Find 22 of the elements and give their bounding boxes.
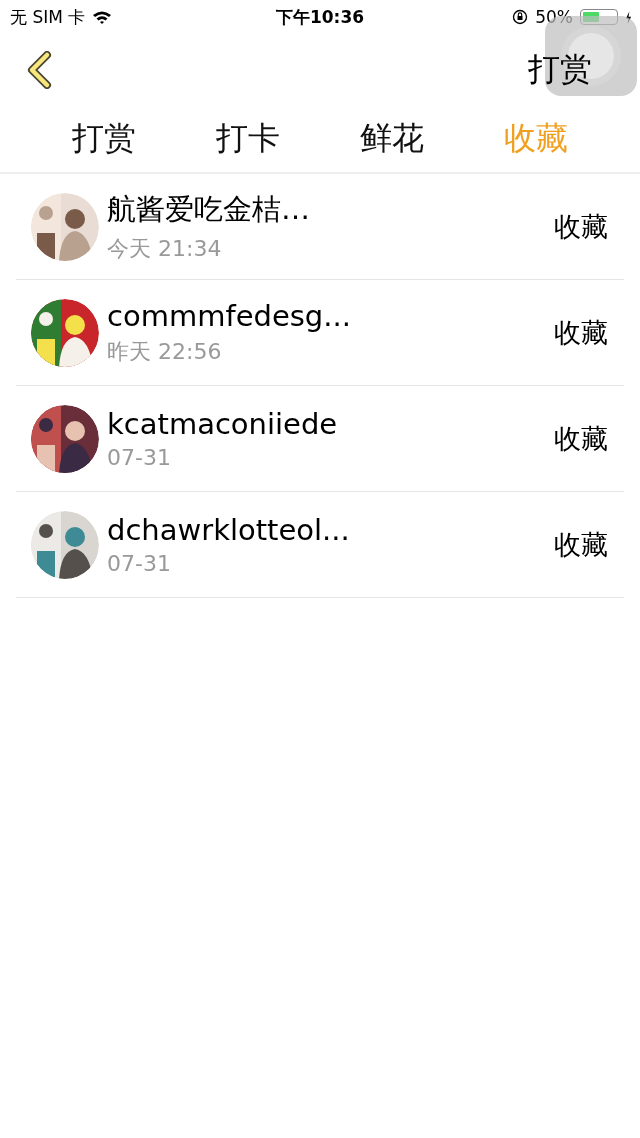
action-label: 收藏 — [554, 421, 608, 456]
wifi-icon — [92, 10, 113, 24]
timestamp: 昨天 22:56 — [107, 337, 223, 366]
action-label: 收藏 — [554, 209, 608, 244]
carrier-label: 无 SIM 卡 — [10, 5, 86, 29]
user-name: kcatmaconiiede — [107, 407, 339, 441]
nav-title: 打赏 — [528, 49, 592, 90]
action-label: 收藏 — [554, 315, 608, 350]
tab[interactable]: 鲜花 — [360, 117, 424, 161]
action-label: 收藏 — [554, 527, 608, 562]
back-icon[interactable] — [26, 51, 52, 89]
timestamp: 07-31 — [107, 551, 172, 576]
tab[interactable]: 打卡 — [216, 117, 280, 161]
battery-percent: 50% — [535, 7, 573, 27]
clock-time: 下午10:36 — [275, 5, 365, 29]
user-name: 航酱爱吃金桔… — [107, 190, 311, 228]
timestamp: 今天 21:34 — [107, 234, 223, 263]
tab[interactable]: 打赏 — [72, 117, 136, 161]
user-name: dchawrklotteol... — [107, 513, 351, 547]
user-name: commmfedesg... — [107, 298, 352, 333]
rotation-lock-icon — [512, 9, 529, 25]
timestamp: 07-31 — [107, 445, 172, 470]
